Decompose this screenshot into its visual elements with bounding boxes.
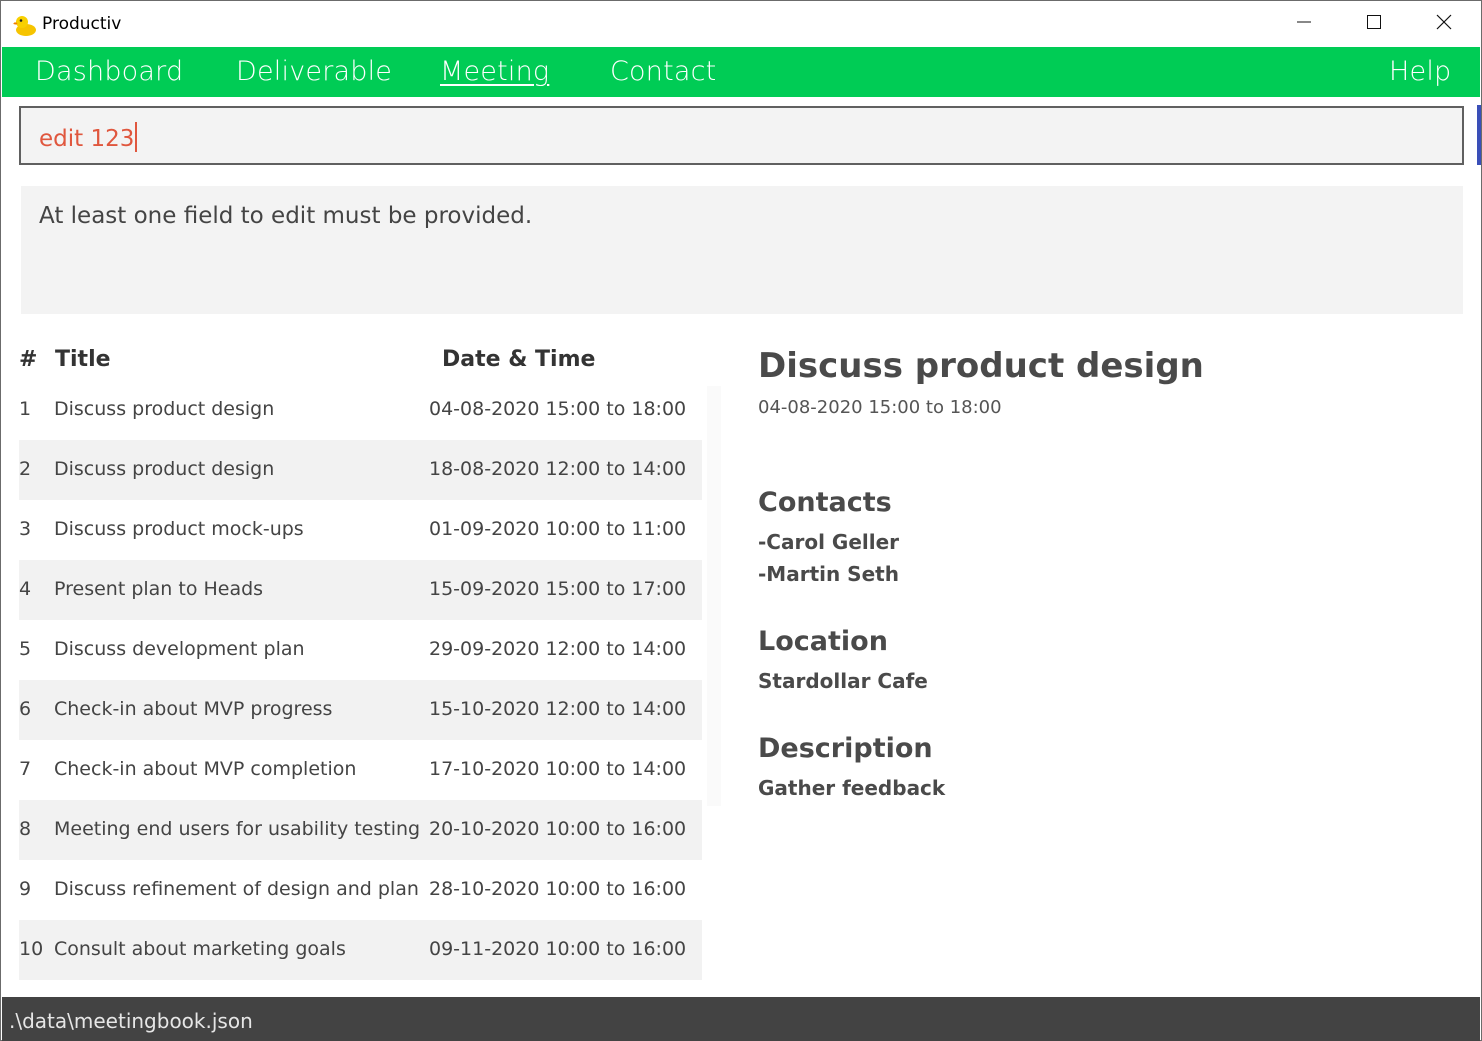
app-window: Productiv Dashboard Deliverable Meeting … xyxy=(0,0,1482,1041)
detail-contact-item: -Martin Seth xyxy=(758,562,899,586)
item-title: Discuss product mock-ups xyxy=(54,518,304,540)
close-icon xyxy=(1436,14,1452,34)
item-datetime: 04-08-2020 15:00 to 18:00 xyxy=(429,398,687,420)
list-item[interactable]: 6 Check-in about MVP progress 15-10-2020… xyxy=(19,680,702,740)
result-message: At least one field to edit must be provi… xyxy=(39,203,533,229)
list-item[interactable]: 9 Discuss refinement of design and plan … xyxy=(19,860,702,920)
minimize-icon xyxy=(1296,14,1312,34)
detail-contacts-heading: Contacts xyxy=(758,487,892,518)
detail-description-heading: Description xyxy=(758,733,933,764)
nav-item-dashboard[interactable]: Dashboard xyxy=(35,56,183,87)
storage-path: .\data\meetingbook.json xyxy=(9,1009,253,1033)
item-datetime: 18-08-2020 12:00 to 14:00 xyxy=(429,458,687,480)
item-index: 5 xyxy=(19,638,32,660)
detail-location: Stardollar Cafe xyxy=(758,669,928,693)
item-index: 3 xyxy=(19,518,32,540)
item-title: Check-in about MVP completion xyxy=(54,758,357,780)
list-item[interactable]: 4 Present plan to Heads 15-09-2020 15:00… xyxy=(19,560,702,620)
list-item[interactable]: 8 Meeting end users for usability testin… xyxy=(19,800,702,860)
rubber-duck-icon xyxy=(13,13,37,37)
close-button[interactable] xyxy=(1409,1,1479,47)
detail-description: Gather feedback xyxy=(758,776,946,800)
nav-item-meeting[interactable]: Meeting xyxy=(440,56,549,87)
title-bar: Productiv xyxy=(1,1,1481,47)
item-title: Discuss refinement of design and plan xyxy=(54,878,419,900)
item-datetime: 20-10-2020 10:00 to 16:00 xyxy=(429,818,687,840)
maximize-button[interactable] xyxy=(1339,1,1409,47)
item-title: Discuss development plan xyxy=(54,638,305,660)
edge-accent xyxy=(1477,105,1481,165)
list-item[interactable]: 7 Check-in about MVP completion 17-10-20… xyxy=(19,740,702,800)
column-header-index: # xyxy=(19,347,38,372)
nav-item-deliverable[interactable]: Deliverable xyxy=(236,56,392,87)
result-display: At least one field to edit must be provi… xyxy=(21,186,1463,314)
column-header-title: Title xyxy=(55,347,111,372)
item-title: Check-in about MVP progress xyxy=(54,698,333,720)
item-datetime: 15-09-2020 15:00 to 17:00 xyxy=(429,578,687,600)
item-index: 1 xyxy=(19,398,32,420)
meeting-list: 1 Discuss product design 04-08-2020 15:0… xyxy=(19,380,702,980)
nav-bar: Dashboard Deliverable Meeting Contact He… xyxy=(2,47,1480,97)
status-bar: .\data\meetingbook.json xyxy=(2,997,1480,1041)
item-datetime: 15-10-2020 12:00 to 14:00 xyxy=(429,698,687,720)
minimize-button[interactable] xyxy=(1269,1,1339,47)
detail-title: Discuss product design xyxy=(758,346,1204,386)
item-title: Meeting end users for usability testing xyxy=(54,818,421,840)
item-index: 2 xyxy=(19,458,32,480)
nav-item-contact[interactable]: Contact xyxy=(610,56,716,87)
item-datetime: 09-11-2020 10:00 to 16:00 xyxy=(429,938,687,960)
item-index: 4 xyxy=(19,578,32,600)
list-item[interactable]: 3 Discuss product mock-ups 01-09-2020 10… xyxy=(19,500,702,560)
text-caret xyxy=(135,122,138,152)
item-datetime: 01-09-2020 10:00 to 11:00 xyxy=(429,518,687,540)
command-input[interactable]: edit 123 xyxy=(19,106,1464,165)
item-title: Consult about marketing goals xyxy=(54,938,346,960)
item-datetime: 29-09-2020 12:00 to 14:00 xyxy=(429,638,687,660)
item-datetime: 17-10-2020 10:00 to 14:00 xyxy=(429,758,687,780)
item-datetime: 28-10-2020 10:00 to 16:00 xyxy=(429,878,687,900)
item-index: 9 xyxy=(19,878,32,900)
maximize-icon xyxy=(1366,14,1382,34)
item-index: 8 xyxy=(19,818,32,840)
item-title: Discuss product design xyxy=(54,398,275,420)
detail-location-heading: Location xyxy=(758,626,888,657)
command-text-wrap: edit 123 xyxy=(39,122,138,152)
item-index: 7 xyxy=(19,758,32,780)
list-item[interactable]: 10 Consult about marketing goals 09-11-2… xyxy=(19,920,702,980)
list-scrollbar[interactable] xyxy=(707,386,721,806)
command-text: edit 123 xyxy=(39,126,135,152)
item-title: Present plan to Heads xyxy=(54,578,264,600)
detail-datetime: 04-08-2020 15:00 to 18:00 xyxy=(758,397,1002,418)
list-item[interactable]: 5 Discuss development plan 29-09-2020 12… xyxy=(19,620,702,680)
list-item[interactable]: 1 Discuss product design 04-08-2020 15:0… xyxy=(19,380,702,440)
column-header-datetime: Date & Time xyxy=(442,347,596,372)
item-title: Discuss product design xyxy=(54,458,275,480)
nav-item-help[interactable]: Help xyxy=(1389,56,1451,87)
item-index: 10 xyxy=(19,938,44,960)
list-item[interactable]: 2 Discuss product design 18-08-2020 12:0… xyxy=(19,440,702,500)
item-index: 6 xyxy=(19,698,32,720)
detail-contact-item: -Carol Geller xyxy=(758,530,900,554)
window-title: Productiv xyxy=(42,14,122,34)
